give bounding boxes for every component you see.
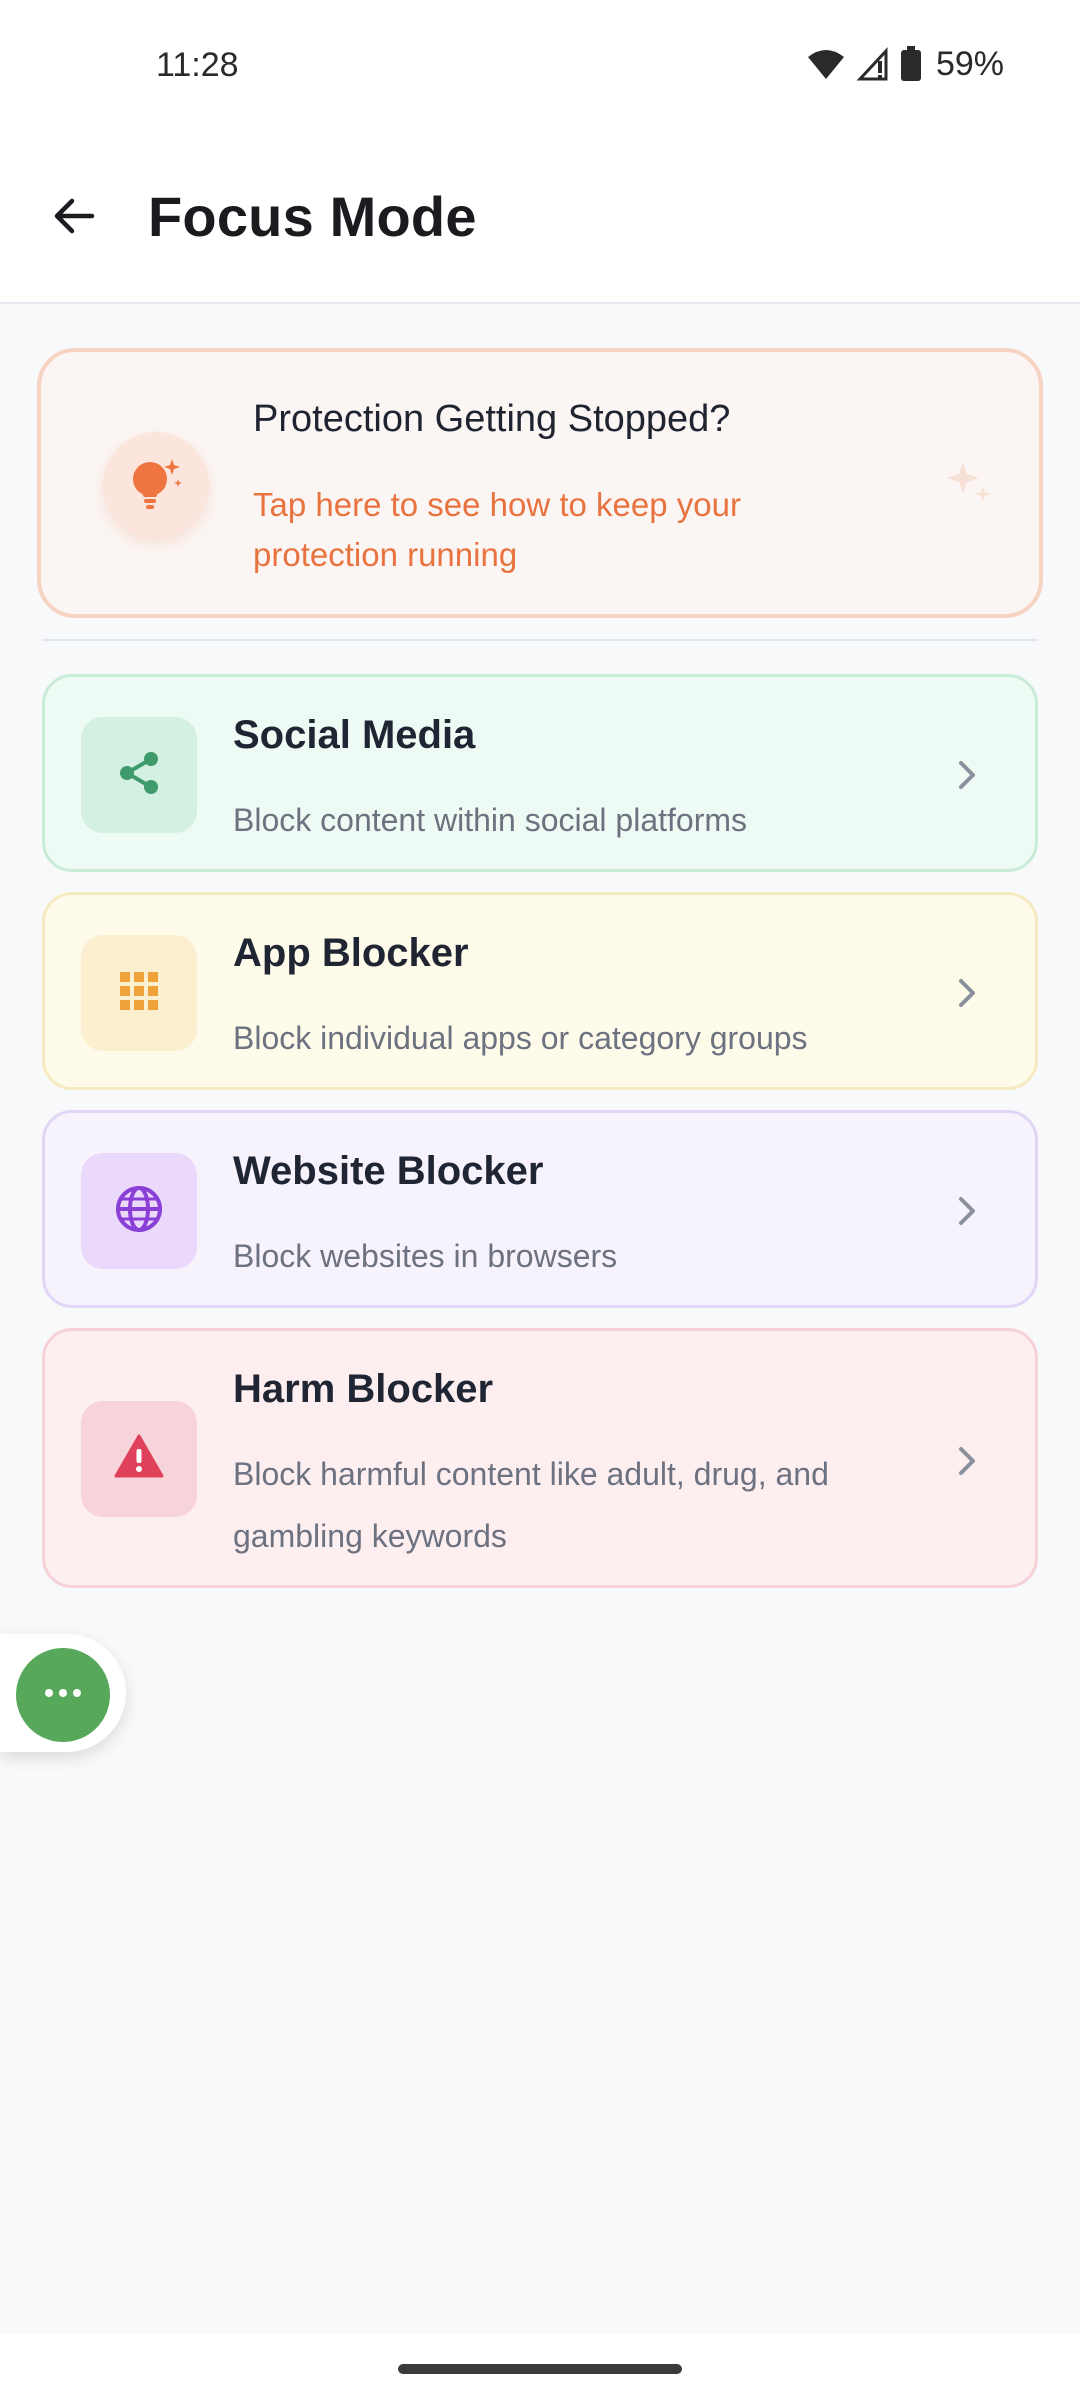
banner-icon-wrap [103,432,209,538]
more-dots-icon [41,1686,85,1704]
card-harm-blocker[interactable]: Harm Blocker Block harmful content like … [42,1328,1038,1588]
warning-icon [113,1431,165,1488]
card-title: App Blocker [233,931,469,975]
sparkle-icon [943,456,995,513]
card-title: Harm Blocker [233,1367,494,1411]
app-bar: Focus Mode [0,132,1080,304]
arrow-back-icon [50,192,98,245]
floating-side-tab [0,1634,126,1752]
chevron-right-icon [947,1191,987,1231]
apps-grid-icon [116,968,162,1019]
chevron-right-icon [947,755,987,795]
protection-banner[interactable]: Protection Getting Stopped? Tap here to … [37,348,1043,618]
card-description: Block individual apps or category groups [233,1020,808,1056]
home-indicator[interactable] [398,2364,682,2374]
banner-subtitle: Tap here to see how to keep your protect… [253,486,741,573]
status-bar: 11:28 59% [0,0,1080,132]
system-navigation-bar [0,2334,1080,2400]
status-icons: 59% [806,44,1004,84]
card-description: Block harmful content like adult, drug, … [233,1456,829,1554]
more-options-button[interactable] [16,1648,110,1742]
globe-icon [113,1183,165,1240]
app-blocker-icon-box [81,935,197,1051]
cellular-signal-icon [856,47,890,81]
social-media-icon-box [81,717,197,833]
website-blocker-icon-box [81,1153,197,1269]
card-website-blocker[interactable]: Website Blocker Block websites in browse… [42,1110,1038,1308]
chevron-right-icon [947,973,987,1013]
card-social-media[interactable]: Social Media Block content within social… [42,674,1038,872]
chevron-right-icon [947,1441,987,1481]
lightbulb-icon [124,451,188,520]
back-button[interactable] [38,182,110,254]
page-title: Focus Mode [148,185,477,248]
share-icon [113,747,165,804]
wifi-icon [806,47,846,81]
card-title: Website Blocker [233,1149,544,1193]
battery-percentage: 59% [935,44,1004,83]
card-description: Block content within social platforms [233,802,747,838]
banner-title: Protection Getting Stopped? [253,398,731,440]
card-description: Block websites in browsers [233,1238,618,1274]
divider [42,639,1038,641]
harm-blocker-icon-box [81,1401,197,1517]
battery-icon [900,46,922,82]
status-time: 11:28 [156,46,239,84]
card-title: Social Media [233,713,476,757]
card-app-blocker[interactable]: App Blocker Block individual apps or cat… [42,892,1038,1090]
